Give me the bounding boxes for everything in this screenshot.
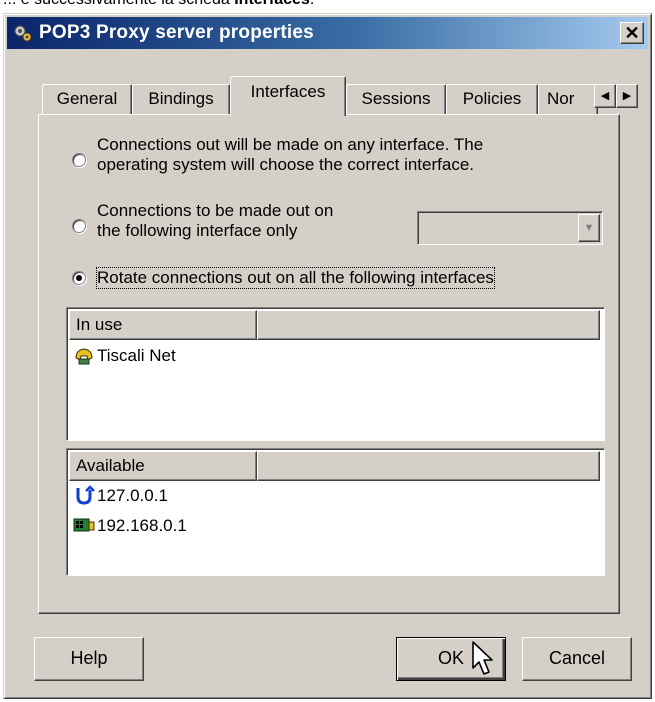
rotate-interfaces-label[interactable]: Rotate connections out on all the follow…: [96, 267, 495, 289]
interface-select[interactable]: ▼: [417, 211, 603, 245]
list-item[interactable]: Tiscali Net: [73, 342, 176, 370]
list-item[interactable]: 192.168.0.1: [73, 512, 187, 540]
network-card-icon: [73, 518, 95, 532]
rotate-interfaces-radio[interactable]: [72, 271, 86, 285]
in-use-column-header[interactable]: In use: [69, 310, 257, 340]
tab-sessions[interactable]: Sessions: [346, 84, 446, 114]
close-button[interactable]: ✕: [620, 22, 644, 44]
mouse-pointer-icon: [472, 641, 493, 675]
tab-general[interactable]: General: [42, 84, 132, 114]
in-use-header: In use: [69, 310, 602, 340]
in-use-column-filler: [257, 310, 600, 340]
list-item[interactable]: 127.0.0.1: [73, 482, 168, 510]
any-interface-label[interactable]: Connections out will be made on any inte…: [97, 135, 483, 175]
dialup-phone-icon: [75, 348, 93, 365]
available-column-header[interactable]: Available: [69, 451, 257, 481]
any-interface-radio[interactable]: [72, 153, 86, 167]
arrow-right-icon: ▶: [622, 90, 632, 102]
title-bar[interactable]: POP3 Proxy server properties ✕: [7, 17, 648, 49]
tab-policies[interactable]: Policies: [446, 84, 538, 114]
window-title: POP3 Proxy server properties: [39, 22, 314, 43]
single-interface-radio[interactable]: [72, 219, 86, 233]
loopback-icon: [76, 484, 95, 505]
page-caption: ... e successivamente la scheda Interfac…: [3, 0, 314, 9]
properties-dialog: POP3 Proxy server properties ✕ General B…: [3, 13, 652, 699]
chevron-down-icon[interactable]: ▼: [578, 214, 600, 242]
arrow-left-icon: ◀: [600, 90, 610, 102]
tab-strip: General Bindings Interfaces Sessions Pol…: [42, 72, 642, 116]
tab-notifications[interactable]: Nor: [538, 84, 598, 114]
tab-scroll-right-button[interactable]: ▶: [616, 84, 638, 108]
in-use-list[interactable]: In use Tiscali Net: [66, 307, 605, 441]
available-list[interactable]: Available 127.0.0.1 192.168.0.1: [66, 448, 605, 576]
interfaces-panel: Connections out will be made on any inte…: [38, 114, 620, 614]
close-icon: ✕: [624, 23, 640, 43]
help-button[interactable]: Help: [34, 637, 144, 681]
tab-interfaces[interactable]: Interfaces: [230, 76, 346, 116]
tab-bindings[interactable]: Bindings: [132, 84, 230, 114]
gears-icon: [14, 25, 32, 42]
single-interface-label[interactable]: Connections to be made out on the follow…: [97, 201, 333, 241]
available-column-filler: [257, 451, 600, 481]
tab-scroll-left-button[interactable]: ◀: [594, 84, 616, 108]
available-header: Available: [69, 451, 602, 481]
cancel-button[interactable]: Cancel: [522, 637, 632, 681]
